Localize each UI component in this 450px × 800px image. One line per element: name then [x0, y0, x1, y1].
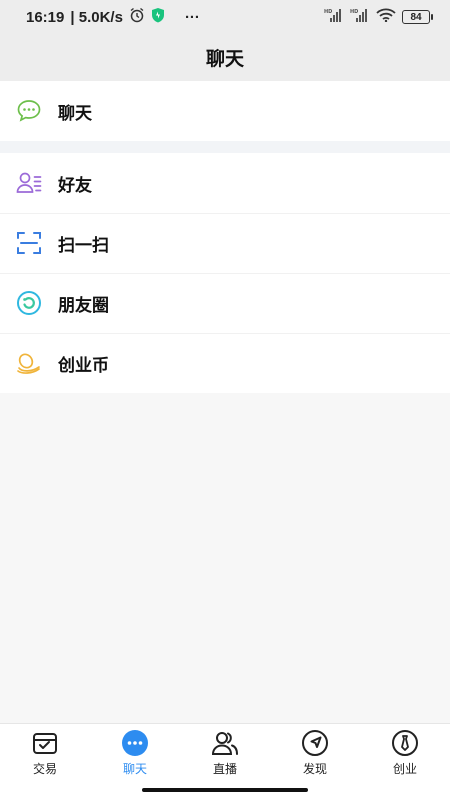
tab-live[interactable]: 直播 — [180, 724, 270, 781]
list-item-scan[interactable]: 扫一扫 — [0, 213, 450, 273]
list-item-moments[interactable]: 朋友圈 — [0, 273, 450, 333]
signal-icon: HD — [324, 8, 344, 26]
battery-indicator: 84 — [402, 10, 433, 24]
tab-trade[interactable]: 交易 — [0, 724, 90, 781]
list-group-chat: 聊天 — [0, 81, 450, 141]
tab-startup[interactable]: 创业 — [360, 724, 450, 781]
list-item-label: 聊天 — [58, 103, 92, 123]
tab-label: 聊天 — [122, 761, 147, 776]
svg-text:HD: HD — [324, 9, 332, 15]
home-indicator[interactable] — [142, 788, 308, 792]
contacts-icon — [16, 170, 42, 196]
svg-text:HD: HD — [350, 9, 358, 15]
list-item-label: 朋友圈 — [58, 295, 109, 315]
shield-icon — [151, 7, 165, 27]
scan-icon — [16, 230, 42, 256]
list-item-friends[interactable]: 好友 — [0, 153, 450, 213]
tab-label: 创业 — [392, 761, 417, 776]
page-title: 聊天 — [0, 34, 450, 81]
compass-icon — [301, 729, 329, 757]
list-item-label: 扫一扫 — [58, 235, 109, 255]
section-divider — [0, 141, 450, 153]
list-item-label: 好友 — [58, 175, 92, 195]
tab-label: 交易 — [32, 761, 57, 776]
list-item-coins[interactable]: 创业币 — [0, 333, 450, 393]
list-item-chat[interactable]: 聊天 — [0, 81, 450, 141]
tab-label: 直播 — [212, 761, 237, 776]
alarm-icon — [129, 7, 145, 27]
status-time: 16:19 — [26, 8, 65, 26]
startup-icon — [391, 729, 419, 757]
moments-icon — [16, 290, 42, 316]
list-group-social: 好友 扫一扫 朋友圈 创业币 — [0, 153, 450, 393]
live-users-icon — [211, 729, 239, 757]
bottom-tab-bar: 交易 聊天 直播 发现 创业 — [0, 723, 450, 781]
network-speed: | 5.0K/s — [70, 8, 123, 26]
chat-dots-icon — [121, 729, 149, 757]
status-bar: 16:19 | 5.0K/s ··· HD HD 84 — [0, 0, 450, 34]
more-notifications: ··· — [184, 8, 200, 26]
signal-icon-2: HD — [350, 8, 370, 26]
list-item-label: 创业币 — [58, 355, 109, 375]
empty-content-area — [0, 393, 450, 723]
tab-chat[interactable]: 聊天 — [90, 724, 180, 781]
chat-bubbles-icon — [16, 98, 42, 124]
tab-label: 发现 — [302, 761, 327, 776]
trade-box-icon — [31, 729, 59, 757]
tab-discover[interactable]: 发现 — [270, 724, 360, 781]
wifi-icon — [376, 8, 396, 26]
coins-icon — [16, 350, 42, 376]
